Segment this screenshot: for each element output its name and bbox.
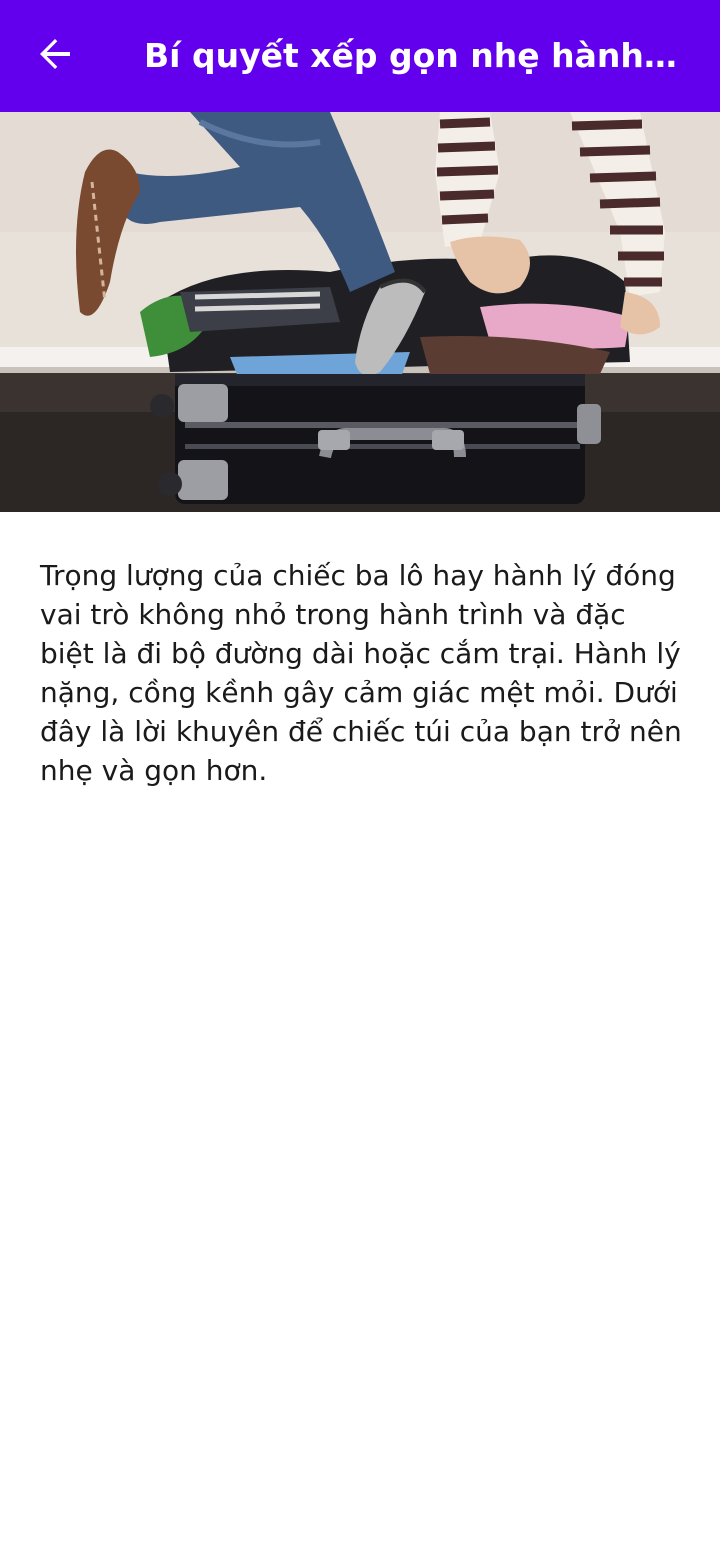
arrow-back-icon bbox=[38, 36, 74, 76]
packed-suitcase-photo bbox=[0, 112, 720, 512]
hero-image bbox=[0, 112, 720, 512]
page-title: Bí quyết xếp gọn nhẹ hành lý khi đi du l… bbox=[144, 36, 684, 75]
article-intro-text: Trọng lượng của chiếc ba lô hay hành lý … bbox=[40, 559, 682, 787]
back-button[interactable] bbox=[20, 20, 92, 92]
app-bar: Bí quyết xếp gọn nhẹ hành lý khi đi du l… bbox=[0, 0, 720, 112]
